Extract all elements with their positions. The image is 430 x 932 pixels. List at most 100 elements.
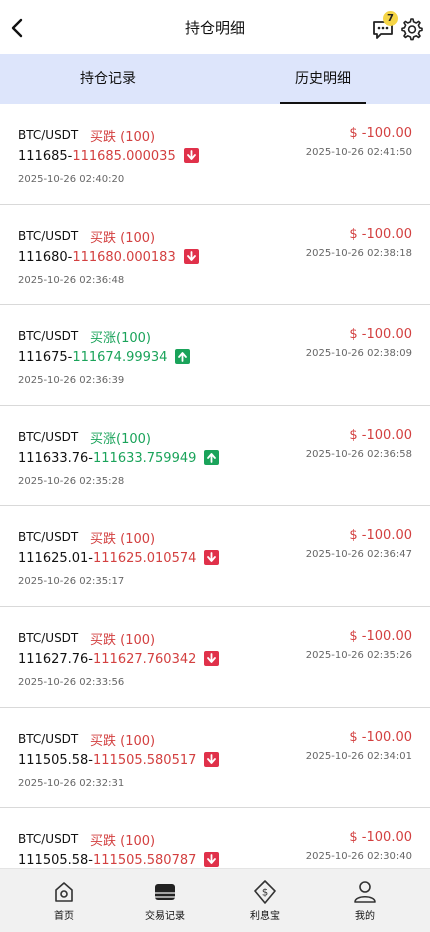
close-time: 2025-10-26 02:38:09 — [305, 348, 412, 360]
trading-pair: BTC/USDT — [18, 228, 79, 243]
open-price: 111627.76- — [18, 651, 93, 667]
trade-side: 买涨(100) — [90, 331, 151, 347]
close-price: 111685.000035 — [72, 149, 176, 164]
notification-badge: 7 — [383, 11, 398, 26]
nav-item-home[interactable]: 首页 — [34, 879, 94, 922]
profit-amount: $ -100.00 — [349, 528, 412, 544]
close-price: 111633.759949 — [93, 450, 197, 466]
open-price: 111633.76- — [18, 450, 93, 466]
open-time: 2025-10-26 02:35:28 — [18, 475, 125, 487]
profit-amount: $ -100.00 — [349, 126, 412, 141]
price-line: 111633.76-111633.759949 — [18, 449, 220, 466]
arrow-down-icon — [204, 852, 220, 868]
price-line: 111675-111674.99934 — [18, 349, 191, 366]
profit-amount: $ -100.00 — [349, 628, 412, 644]
order-list: BTC/USDT 买跌 (100) 111685-111685.000035 2025… — [0, 104, 430, 909]
close-price: 111680.000183 — [72, 249, 176, 265]
close-time: 2025-10-26 02:38:18 — [305, 247, 412, 259]
arrow-down-icon — [183, 148, 199, 163]
order-row[interactable]: BTC/USDT 买涨(100) 111675-111674.99934 2025-1… — [0, 305, 430, 406]
close-price: 111674.99934 — [72, 350, 168, 366]
price-line: 111625.01-111625.010574 — [18, 550, 220, 567]
bottom-nav: 首页 交易记录 $ 利息宝 我的 — [0, 868, 430, 932]
trading-pair: BTC/USDT — [18, 128, 79, 142]
trading-pair: BTC/USDT — [18, 731, 79, 746]
arrow-up-icon — [175, 349, 191, 365]
price-line: 111505.58-111505.580787 — [18, 852, 220, 869]
open-time: 2025-10-26 02:36:39 — [18, 375, 125, 387]
records-icon — [155, 884, 175, 900]
close-price: 111627.760342 — [93, 651, 197, 667]
trade-side: 买涨(100) — [90, 431, 151, 447]
open-price: 111675- — [18, 350, 73, 366]
trade-side: 买跌 (100) — [90, 733, 156, 749]
profile-icon — [354, 881, 376, 903]
nav-label: 我的 — [355, 911, 375, 922]
profit-amount: $ -100.00 — [349, 427, 412, 443]
price-line: 111680-111680.000183 — [18, 248, 199, 265]
price-line: 111627.76-111627.760342 — [18, 650, 220, 667]
arrow-down-icon — [204, 650, 220, 666]
order-row[interactable]: BTC/USDT 买跌 (100) 111685-111685.000035 2025… — [0, 104, 430, 205]
tab-positions[interactable]: 持仓记录 — [48, 54, 168, 104]
arrow-down-icon — [204, 550, 220, 566]
profit-amount: $ -100.00 — [349, 226, 412, 242]
close-time: 2025-10-26 02:35:26 — [305, 649, 412, 661]
close-time: 2025-10-26 02:36:47 — [305, 549, 412, 561]
trade-side: 买跌 (100) — [90, 834, 156, 850]
profit-amount: $ -100.00 — [349, 830, 412, 846]
nav-item-profile[interactable]: 我的 — [335, 879, 395, 922]
order-row[interactable]: BTC/USDT 买跌 (100) 111505.58-111505.580517 2… — [0, 707, 430, 809]
order-row[interactable]: BTC/USDT 买跌 (100) 111625.01-111625.010574 2… — [0, 506, 430, 607]
order-row[interactable]: BTC/USDT 买跌 (100) 111680-111680.000183 2025… — [0, 204, 430, 306]
nav-label: 交易记录 — [145, 911, 185, 922]
header: 持仓明细 7 — [0, 0, 430, 54]
tab-bar: 持仓记录 历史明细 — [0, 54, 430, 104]
close-time: 2025-10-26 02:34:01 — [305, 750, 412, 762]
close-time: 2025-10-26 02:36:58 — [305, 448, 412, 460]
open-price: 111505.58- — [18, 853, 93, 869]
trade-side: 买跌 (100) — [90, 532, 156, 548]
order-row[interactable]: BTC/USDT 买涨(100) 111633.76-111633.759949 20… — [0, 405, 430, 507]
trade-side: 买跌 (100) — [90, 230, 156, 246]
close-price: 111505.580787 — [93, 853, 197, 869]
open-time: 2025-10-26 02:32:31 — [18, 777, 125, 789]
trade-side: 买跌 (100) — [90, 632, 156, 648]
trading-pair: BTC/USDT — [18, 329, 79, 344]
close-price: 111505.580517 — [93, 752, 197, 768]
open-price: 111680- — [18, 249, 73, 265]
arrow-down-icon — [204, 751, 220, 767]
nav-item-records[interactable]: 交易记录 — [135, 879, 195, 922]
open-price: 111505.58- — [18, 752, 93, 768]
nav-item-interest[interactable]: $ 利息宝 — [235, 879, 295, 922]
tab-history[interactable]: 历史明细 — [280, 54, 366, 104]
page-title: 持仓明细 — [184, 19, 245, 37]
arrow-up-icon — [204, 449, 220, 465]
open-price: 111625.01- — [18, 551, 93, 567]
svg-text:$: $ — [262, 888, 268, 899]
close-time: 2025-10-26 02:30:40 — [305, 851, 412, 863]
trading-pair: BTC/USDT — [18, 530, 79, 545]
order-row[interactable]: BTC/USDT 买跌 (100) 111627.76-111627.760342 2… — [0, 606, 430, 708]
open-time: 2025-10-26 02:33:56 — [18, 676, 125, 688]
profit-amount: $ -100.00 — [349, 327, 412, 343]
open-price: 111685- — [18, 149, 73, 164]
nav-label: 首页 — [54, 911, 74, 922]
trade-side: 买跌 (100) — [90, 130, 156, 145]
trading-pair: BTC/USDT — [18, 630, 79, 645]
trading-pair: BTC/USDT — [18, 832, 79, 847]
home-icon — [55, 882, 73, 902]
trading-pair: BTC/USDT — [18, 429, 79, 444]
tab-label: 持仓记录 — [80, 71, 136, 87]
open-time: 2025-10-26 02:36:48 — [18, 274, 125, 286]
gear-icon[interactable] — [398, 16, 424, 42]
open-time: 2025-10-26 02:35:17 — [18, 576, 125, 588]
profit-amount: $ -100.00 — [349, 729, 412, 745]
arrow-down-icon — [183, 248, 199, 264]
price-line: 111505.58-111505.580517 — [18, 751, 220, 768]
open-time: 2025-10-26 02:40:20 — [18, 174, 125, 185]
tab-label: 历史明细 — [295, 71, 351, 87]
nav-label: 利息宝 — [250, 911, 280, 922]
price-line: 111685-111685.000035 — [18, 148, 199, 164]
close-price: 111625.010574 — [93, 551, 197, 567]
